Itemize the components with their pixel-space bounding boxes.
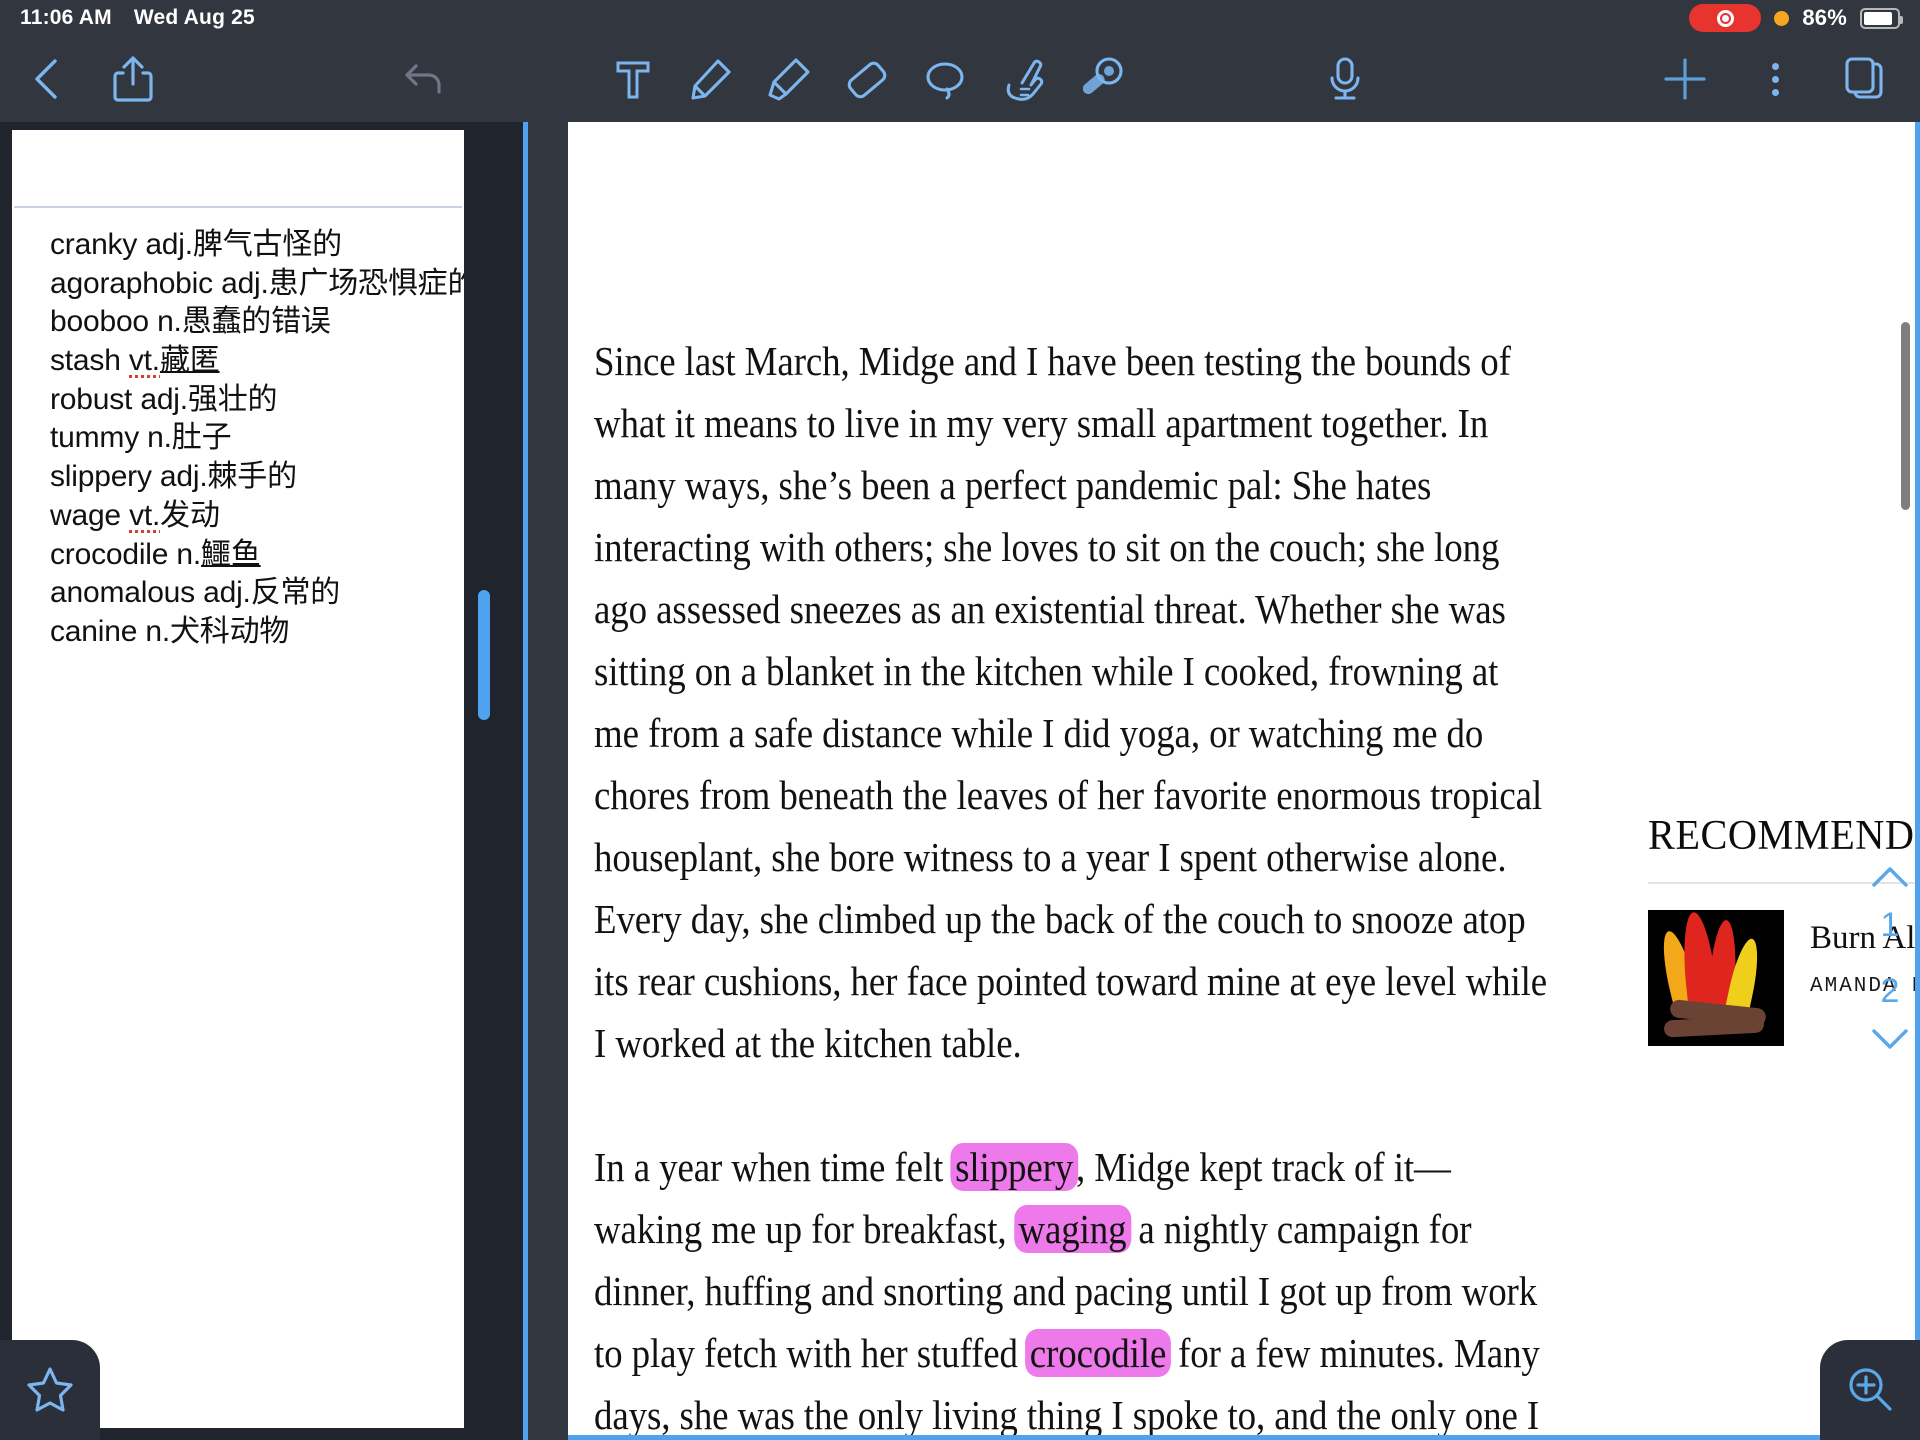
article-body: Since last March, Midge and I have been … xyxy=(594,330,1550,1440)
screen-recording-indicator[interactable] xyxy=(1689,4,1762,32)
document-scrollbar-thumb[interactable] xyxy=(1901,322,1910,510)
document-right-border xyxy=(1915,122,1920,1440)
share-icon[interactable] xyxy=(102,48,164,110)
eraser-tool-icon[interactable] xyxy=(836,48,898,110)
highlighter-tool-icon[interactable] xyxy=(758,48,820,110)
page-current[interactable]: 1 xyxy=(1881,892,1900,958)
highlight-crocodile[interactable]: crocodile xyxy=(1025,1329,1171,1377)
toolbar-right-group xyxy=(1654,48,1920,110)
highlight-slippery[interactable]: slippery xyxy=(950,1143,1078,1191)
battery-icon xyxy=(1860,7,1903,29)
microphone-in-use-icon xyxy=(1774,10,1790,26)
add-icon[interactable] xyxy=(1654,48,1716,110)
vocab-item: stash vt.藏匿 xyxy=(50,344,220,378)
record-icon xyxy=(1716,9,1734,27)
more-options-icon[interactable] xyxy=(1744,48,1806,110)
pages-icon[interactable] xyxy=(1834,48,1896,110)
article-paragraph-1: Since last March, Midge and I have been … xyxy=(594,338,1548,1066)
recommended-reading-title: RECOMMENDED RE xyxy=(1648,813,1920,859)
battery-percent: 86% xyxy=(1802,5,1847,30)
vocab-item: wage vt.发动 xyxy=(50,498,220,532)
vocab-item: booboo n.愚蠢的错误 xyxy=(50,305,331,339)
vocab-item: agoraphobic adj.患广场恐惧症的 xyxy=(50,266,464,300)
vocab-item: crocodile n.鱷鱼 xyxy=(50,537,261,571)
pen-tool-icon[interactable] xyxy=(680,48,742,110)
hand-tool-icon[interactable] xyxy=(992,48,1054,110)
text-run: In a year when time felt xyxy=(594,1144,953,1190)
article-paragraph-2: In a year when time felt slippery, Midge… xyxy=(594,1136,1550,1440)
document-page: Since last March, Midge and I have been … xyxy=(568,122,1920,1440)
vocab-item: anomalous adj.反常的 xyxy=(50,576,341,610)
highlight-waging[interactable]: waging xyxy=(1013,1205,1131,1253)
text-tool-icon[interactable] xyxy=(602,48,664,110)
vocab-item: slippery adj.棘手的 xyxy=(50,460,297,494)
vocab-item: canine n.犬科动物 xyxy=(50,614,290,648)
app-toolbar xyxy=(0,36,1920,122)
page-total[interactable]: 2 xyxy=(1881,958,1900,1024)
status-bar-left: 11:06 AM Wed Aug 25 xyxy=(0,6,255,30)
sidebar-scrollbar[interactable] xyxy=(476,130,492,1428)
document-bottom-border xyxy=(568,1435,1920,1440)
status-date: Wed Aug 25 xyxy=(133,6,255,29)
recommended-thumbnail xyxy=(1648,910,1784,1046)
ipad-note-taking-app: 11:06 AM Wed Aug 25 86% cranky adj.脾气古怪的… xyxy=(0,0,1920,1440)
vocabulary-list: cranky adj.脾气古怪的 agoraphobic adj.患广场恐惧症的… xyxy=(12,208,464,652)
microphone-icon[interactable] xyxy=(1314,48,1376,110)
back-chevron-icon[interactable] xyxy=(16,48,78,110)
toolbar-left-group xyxy=(0,48,456,110)
note-sheet[interactable]: cranky adj.脾气古怪的 agoraphobic adj.患广场恐惧症的… xyxy=(12,130,464,1428)
magnifier-tool-icon[interactable] xyxy=(1070,48,1132,110)
vocab-item: cranky adj.脾气古怪的 xyxy=(50,228,342,261)
status-bar: 11:06 AM Wed Aug 25 86% xyxy=(0,0,1920,36)
status-time: 11:06 AM xyxy=(20,6,112,29)
notes-sidebar: cranky adj.脾气古怪的 agoraphobic adj.患广场恐惧症的… xyxy=(0,122,528,1440)
sidebar-scrollbar-thumb[interactable] xyxy=(478,590,490,720)
sidebar-divider[interactable] xyxy=(523,122,528,1440)
favorite-button[interactable] xyxy=(0,1340,100,1440)
undo-icon[interactable] xyxy=(394,48,456,110)
document-scrollbar[interactable] xyxy=(1898,122,1912,1440)
status-bar-right: 86% xyxy=(1689,4,1920,32)
toolbar-tools-group xyxy=(602,48,1132,110)
note-header-blank xyxy=(12,130,464,206)
document-pane[interactable]: Since last March, Midge and I have been … xyxy=(568,122,1920,1440)
vocab-item: robust adj.强壮的 xyxy=(50,382,278,416)
lasso-tool-icon[interactable] xyxy=(914,48,976,110)
vocab-item: tummy n.肚子 xyxy=(50,421,232,455)
zoom-in-button[interactable] xyxy=(1820,1340,1920,1440)
